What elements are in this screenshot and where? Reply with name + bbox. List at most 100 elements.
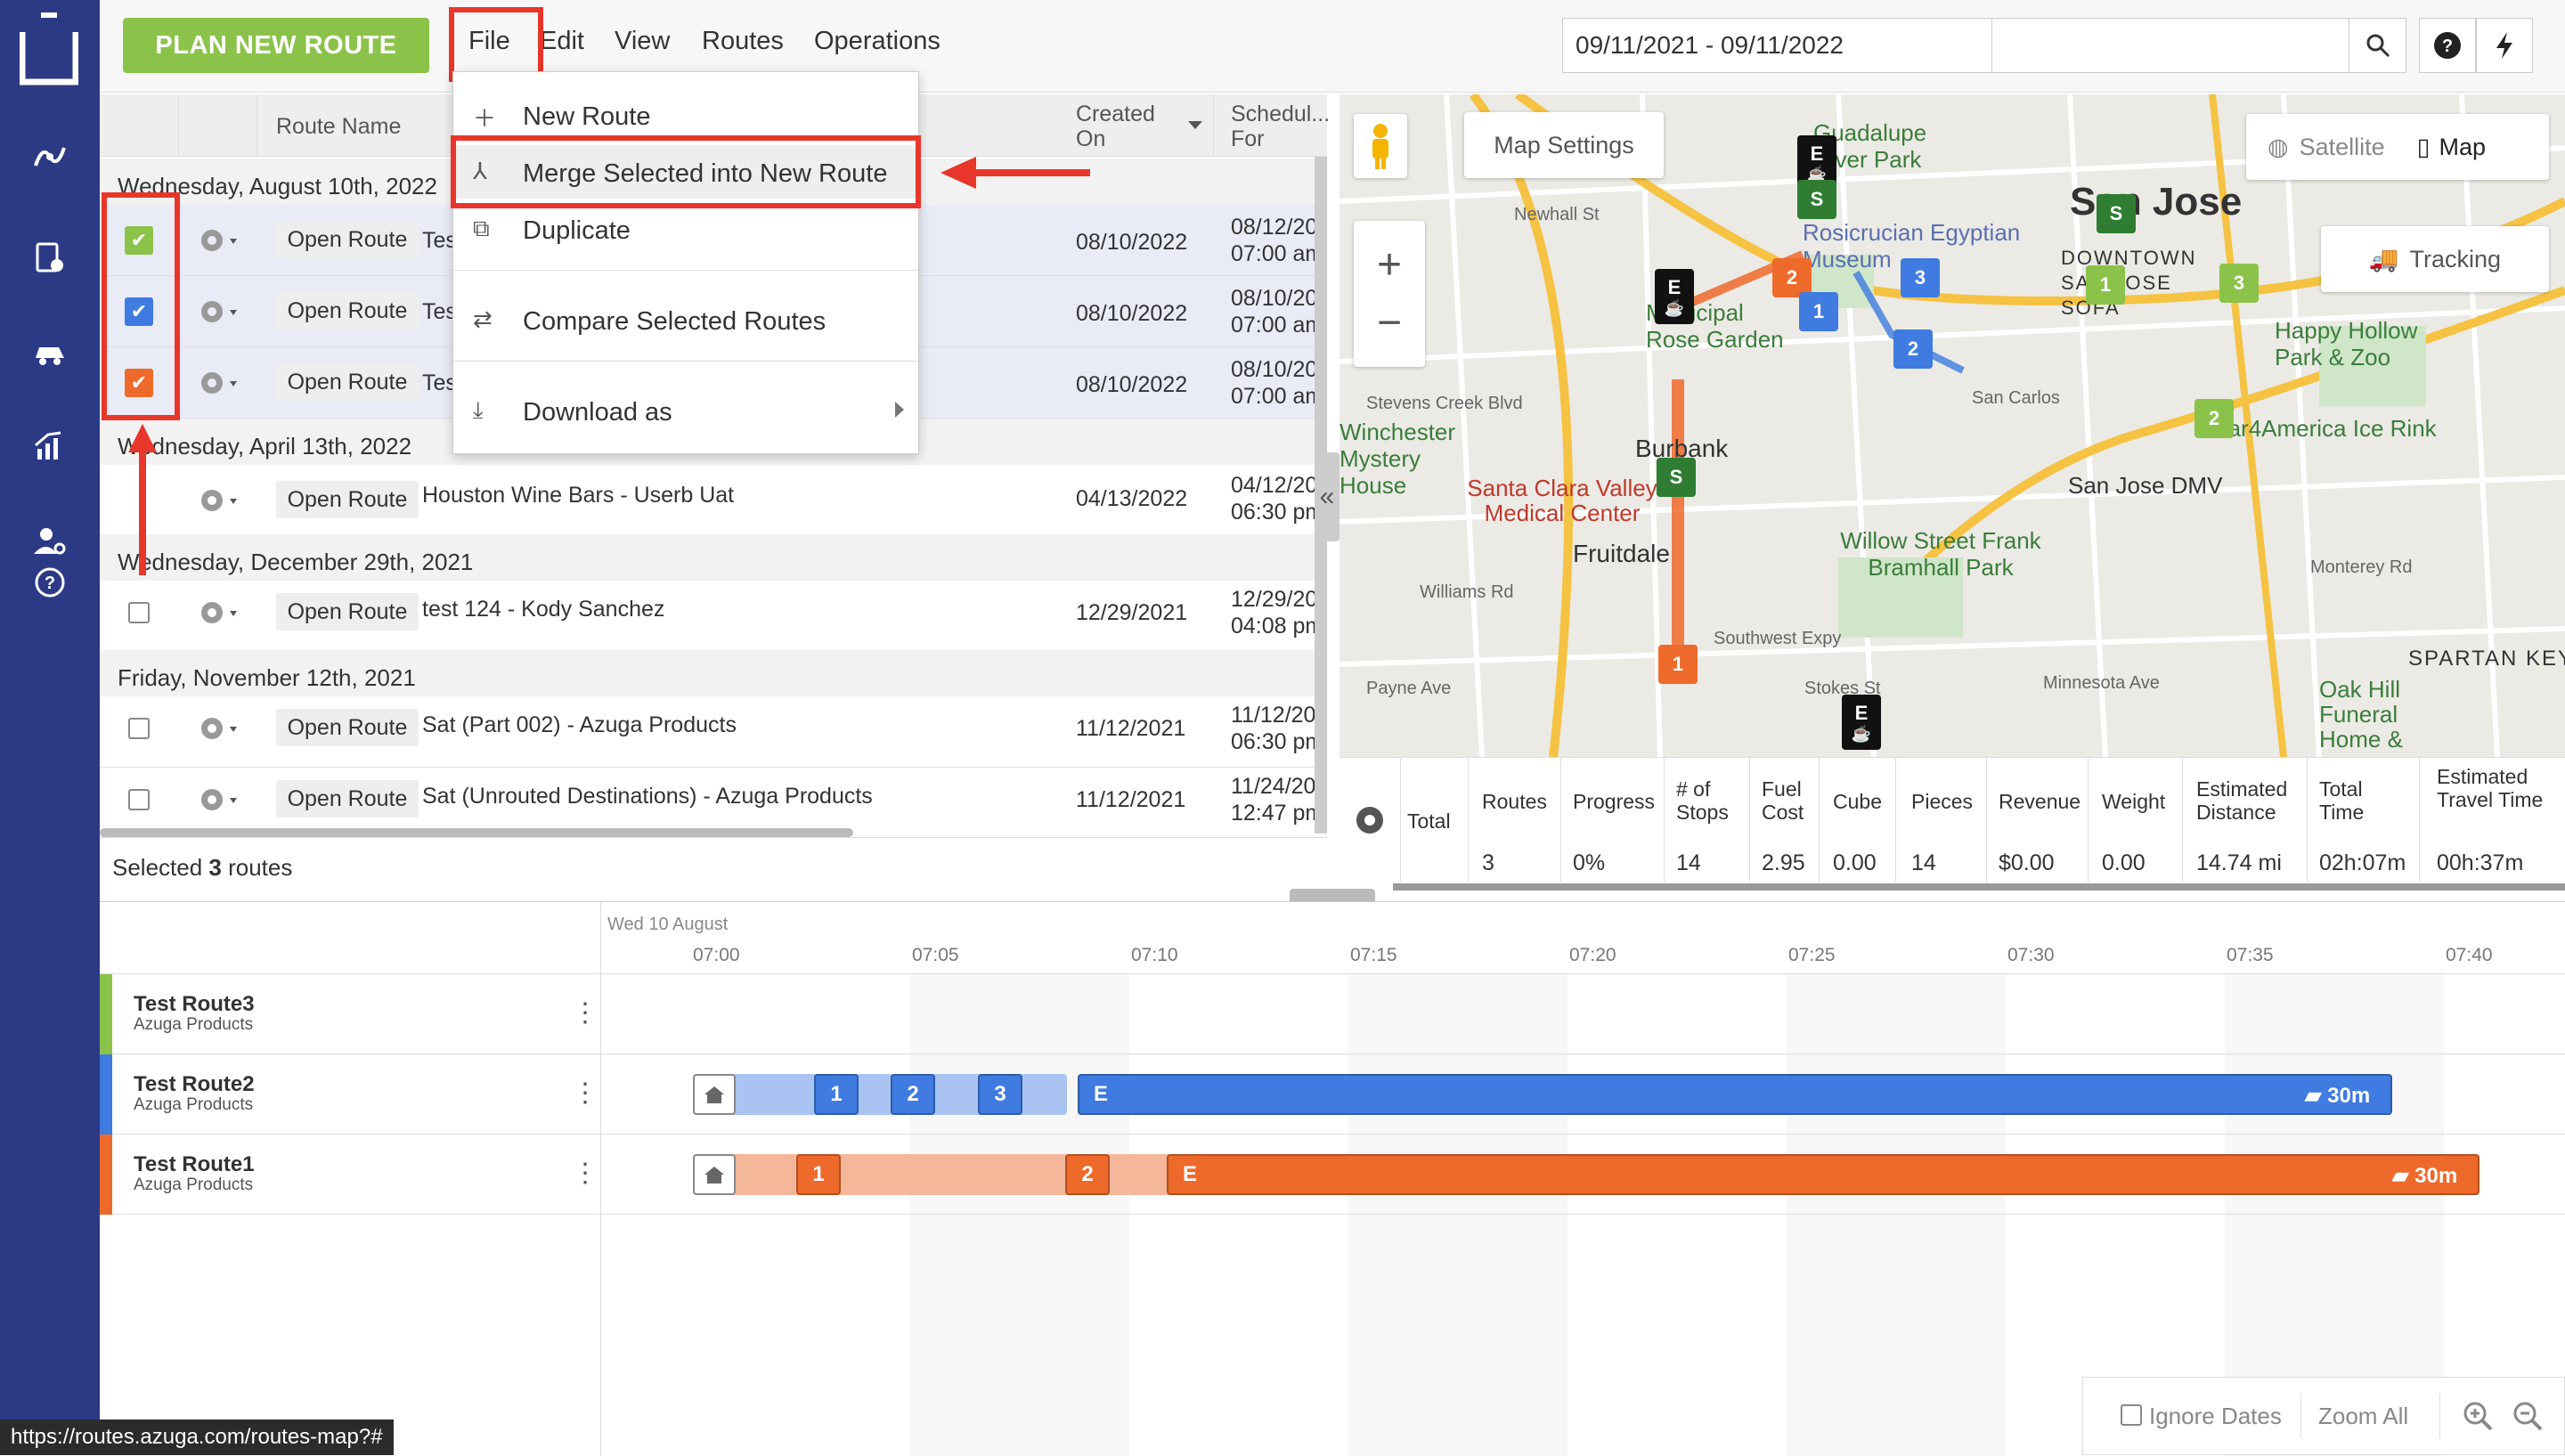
horizontal-scrollbar[interactable]	[100, 828, 853, 837]
search-icon[interactable]	[2349, 19, 2406, 72]
zoom-in-icon[interactable]: +	[1377, 240, 1402, 289]
end-block[interactable]: E	[1078, 1074, 2392, 1115]
satellite-button[interactable]: Satellite	[2300, 134, 2385, 161]
collapse-panel-icon[interactable]: «	[1315, 452, 1340, 541]
stop-block[interactable]: 1	[814, 1074, 859, 1115]
timeline-row[interactable]: Test Route1 Azuga Products ⋮ 1 2 E ▰ 30m	[100, 1135, 2565, 1215]
route-checkbox[interactable]	[128, 718, 150, 739]
stats-scrollbar[interactable]	[1393, 883, 2565, 891]
help-nav-icon[interactable]: ?	[32, 565, 68, 600]
gear-icon[interactable]	[196, 367, 244, 399]
stop-block[interactable]: 2	[1065, 1154, 1110, 1195]
stop-marker[interactable]: 1	[1799, 292, 1838, 331]
kebab-menu-icon[interactable]: ⋮	[572, 1078, 598, 1109]
street-view-icon[interactable]	[1354, 114, 1407, 178]
map-type-toggle[interactable]: ◍ Satellite ▯ Map	[2246, 114, 2549, 180]
scheduled-for: 08/12/20 07:00 am	[1231, 215, 1320, 266]
gear-icon[interactable]	[196, 784, 244, 816]
gear-icon[interactable]	[196, 484, 244, 517]
zoom-in-icon[interactable]	[2461, 1399, 2495, 1439]
help-icon[interactable]: ?	[2419, 18, 2476, 73]
lightning-icon[interactable]	[2476, 18, 2533, 73]
open-route-button[interactable]: Open Route	[276, 481, 419, 518]
users-nav-icon[interactable]	[32, 524, 68, 559]
new-route-menu-item[interactable]: ＋ New Route	[453, 88, 918, 142]
open-route-button[interactable]: Open Route	[276, 780, 419, 817]
stop-marker[interactable]: 1	[2086, 265, 2125, 305]
timeline-row[interactable]: Test Route2 Azuga Products ⋮ 1 2 3 E ▰ 3…	[100, 1054, 2565, 1135]
stat-value: 2.95	[1762, 850, 1805, 875]
sort-desc-icon[interactable]	[1188, 121, 1202, 129]
end-marker[interactable]: E ☕	[1655, 269, 1694, 324]
map-label-street: San Carlos	[1972, 388, 2060, 408]
end-block[interactable]: E	[1167, 1154, 2480, 1195]
svg-text:?: ?	[45, 573, 55, 593]
end-marker[interactable]: E ☕	[1842, 695, 1881, 750]
compare-routes-menu-item[interactable]: ⇄ Compare Selected Routes	[453, 293, 918, 346]
home-icon[interactable]	[693, 1154, 736, 1195]
route-map[interactable]: Map Settings ◍ Satellite ▯ Map 🚚 Tracking…	[1340, 94, 2565, 757]
vehicles-nav-icon[interactable]	[32, 335, 68, 370]
home-icon[interactable]	[693, 1074, 736, 1115]
reports-nav-icon[interactable]	[32, 429, 68, 465]
stop-marker[interactable]: 2	[2194, 399, 2234, 438]
open-route-button[interactable]: Open Route	[276, 221, 419, 258]
zoom-out-icon[interactable]: −	[1377, 298, 1402, 347]
zoom-out-icon[interactable]	[2511, 1399, 2545, 1439]
open-route-button[interactable]: Open Route	[276, 709, 419, 746]
zoom-all-button[interactable]: Zoom All	[2318, 1403, 2408, 1430]
travel-segment	[693, 1154, 1192, 1195]
table-row[interactable]: Open Route test 124 - Kody Sanchez 12/29…	[100, 581, 1327, 652]
route-color-swatch	[100, 974, 112, 1054]
gear-icon[interactable]	[1352, 802, 1388, 842]
start-marker[interactable]: S	[1797, 180, 1836, 219]
created-on-header[interactable]: Created On	[1076, 102, 1156, 151]
start-marker[interactable]: S	[1657, 458, 1696, 497]
map-button[interactable]: Map	[2439, 134, 2486, 161]
stat-value: 00h:37m	[2437, 850, 2524, 875]
timeline-row[interactable]: Test Route3 Azuga Products ⋮	[100, 974, 2565, 1054]
download-as-menu-item[interactable]: ⤓ Download as	[453, 384, 918, 437]
view-menu[interactable]: View	[615, 27, 670, 56]
kebab-menu-icon[interactable]: ⋮	[572, 997, 598, 1029]
gear-icon[interactable]	[196, 597, 244, 629]
routes-nav-icon[interactable]	[32, 139, 68, 175]
created-on: 04/13/2022	[1076, 486, 1188, 511]
edit-menu[interactable]: Edit	[540, 27, 584, 56]
stop-marker[interactable]: 3	[1901, 258, 1940, 297]
timeline-date: Wed 10 August	[607, 915, 729, 934]
stop-marker[interactable]: 1	[1658, 645, 1698, 684]
stop-block[interactable]: 3	[978, 1074, 1022, 1115]
tracking-button[interactable]: 🚚 Tracking	[2321, 226, 2549, 292]
start-marker[interactable]: S	[2097, 194, 2136, 233]
created-on: 08/10/2022	[1076, 230, 1188, 255]
created-on: 12/29/2021	[1076, 600, 1188, 625]
open-route-button[interactable]: Open Route	[276, 292, 419, 329]
stop-marker[interactable]: 2	[1893, 329, 1933, 369]
duplicate-menu-item[interactable]: ⧉ Duplicate	[453, 202, 918, 256]
ignore-dates-checkbox[interactable]	[2121, 1404, 2142, 1426]
map-settings-button[interactable]: Map Settings	[1464, 112, 1664, 178]
operations-menu[interactable]: Operations	[814, 27, 940, 56]
table-row[interactable]: Open Route Houston Wine Bars - Userb Uat…	[100, 465, 1327, 536]
search-input[interactable]	[1991, 18, 2406, 73]
routes-menu[interactable]: Routes	[702, 27, 784, 56]
gear-icon[interactable]	[196, 296, 244, 328]
route-checkbox[interactable]	[128, 602, 150, 623]
stop-block[interactable]: 1	[796, 1154, 841, 1195]
kebab-menu-icon[interactable]: ⋮	[572, 1158, 598, 1189]
table-row[interactable]: Open Route Sat (Part 002) - Azuga Produc…	[100, 696, 1327, 768]
route-checkbox[interactable]	[128, 789, 150, 810]
open-route-button[interactable]: Open Route	[276, 593, 419, 630]
gear-icon[interactable]	[196, 224, 244, 256]
route-name-header[interactable]: Route Name	[276, 114, 401, 140]
open-route-button[interactable]: Open Route	[276, 363, 419, 401]
app-logo[interactable]	[20, 12, 78, 91]
plan-new-route-button[interactable]: PLAN NEW ROUTE	[123, 18, 429, 73]
stop-marker[interactable]: 3	[2219, 264, 2259, 303]
stop-block[interactable]: 2	[891, 1074, 935, 1115]
scheduled-for-header[interactable]: Schedul... For	[1231, 102, 1330, 151]
gear-icon[interactable]	[196, 712, 244, 744]
up-arrow-icon	[128, 424, 157, 575]
orders-nav-icon[interactable]	[32, 240, 68, 276]
